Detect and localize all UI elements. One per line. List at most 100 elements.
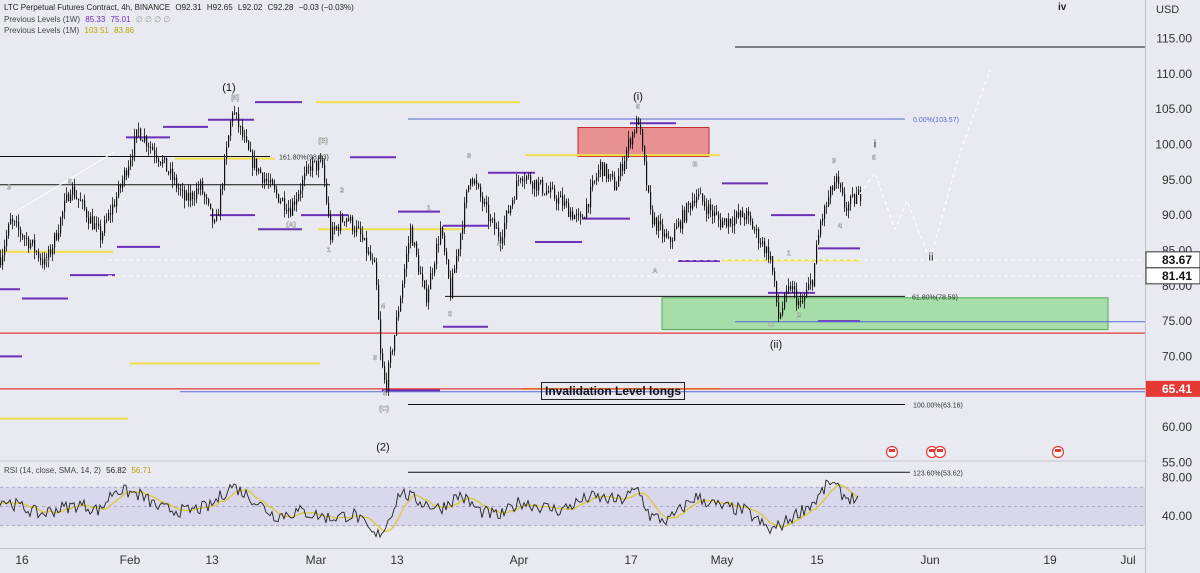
candle-body bbox=[324, 164, 326, 183]
candle-body bbox=[22, 234, 24, 238]
indicator-dots[interactable]: ∅ ∅ ∅ ∅ bbox=[136, 15, 171, 24]
candle-body bbox=[218, 214, 220, 216]
trend-line[interactable] bbox=[9, 151, 116, 216]
candle-body bbox=[498, 227, 500, 237]
projected-wave-path[interactable] bbox=[859, 70, 991, 263]
candle-body bbox=[662, 224, 664, 237]
candle-body bbox=[168, 171, 170, 174]
candle-body bbox=[356, 226, 358, 233]
candle-body bbox=[604, 163, 606, 177]
candle-body bbox=[768, 246, 770, 260]
price-tick-label: 75.00 bbox=[1162, 314, 1192, 328]
candle-body bbox=[220, 189, 222, 215]
wave-label: (i) bbox=[633, 91, 643, 103]
candle-body bbox=[526, 176, 528, 181]
candle-body bbox=[726, 218, 728, 227]
rsi-header[interactable]: RSI (14, close, SMA, 14, 2) 56.82 56.71 bbox=[4, 466, 154, 475]
time-tick-label: Jun bbox=[920, 553, 939, 567]
red-zone[interactable] bbox=[577, 127, 710, 157]
candle-body bbox=[538, 182, 540, 191]
candle-body bbox=[654, 217, 656, 225]
candle-body bbox=[686, 203, 688, 222]
candle-body bbox=[16, 221, 18, 223]
candle-body bbox=[270, 179, 272, 183]
candle-body bbox=[118, 184, 120, 197]
candle-body bbox=[678, 221, 680, 227]
candle-body bbox=[558, 197, 560, 204]
candle-body bbox=[62, 211, 64, 218]
candle-body bbox=[724, 218, 726, 222]
candle-body bbox=[34, 239, 36, 252]
candle-body bbox=[410, 226, 412, 244]
fib-annotation: 123.60%(53.62) bbox=[913, 470, 963, 477]
candle-body bbox=[294, 201, 296, 205]
time-tick-label: 17 bbox=[624, 553, 638, 567]
candle-body bbox=[448, 259, 450, 278]
candle-body bbox=[422, 274, 424, 281]
candle-body bbox=[542, 180, 544, 194]
price-candles bbox=[0, 105, 862, 396]
candle-body bbox=[248, 141, 250, 150]
tradingview-chart[interactable]: (1) (5) (i) 5 (2) 5 (C) (B) (A) 2 1 4 3 3 5 4 1 2 3 4 B A C 1 2(… bbox=[0, 0, 1200, 573]
price-label: 81.41 bbox=[1162, 269, 1192, 283]
candle-body bbox=[682, 210, 684, 229]
price-tick-label: 105.00 bbox=[1155, 102, 1192, 116]
candle-body bbox=[412, 226, 414, 246]
candle-body bbox=[26, 238, 28, 239]
candle-body bbox=[666, 233, 668, 238]
candle-body bbox=[830, 186, 832, 198]
candle-body bbox=[166, 157, 168, 172]
green-zone[interactable] bbox=[661, 297, 1109, 331]
candle-body bbox=[186, 192, 188, 201]
candle-body bbox=[778, 302, 780, 319]
candle-body bbox=[610, 174, 612, 176]
candle-body bbox=[856, 194, 858, 204]
candle-body bbox=[214, 220, 216, 223]
candle-body bbox=[76, 197, 78, 199]
candle-body bbox=[142, 140, 144, 142]
candle-body bbox=[224, 158, 226, 186]
candle-body bbox=[228, 135, 230, 148]
candle-body bbox=[332, 226, 334, 241]
candle-body bbox=[828, 197, 830, 206]
candle-body bbox=[328, 202, 330, 216]
candle-body bbox=[718, 214, 720, 220]
candle-body bbox=[440, 227, 442, 245]
indicator-prev-1m[interactable]: Previous Levels (1M) 103.51 83.86 bbox=[4, 26, 137, 35]
fib-annotation: 61.80%(78.59) bbox=[912, 294, 958, 301]
candle-body bbox=[590, 186, 592, 208]
wave-label: i bbox=[874, 138, 876, 150]
candle-body bbox=[848, 203, 850, 211]
candle-body bbox=[212, 208, 214, 223]
candle-body bbox=[664, 233, 666, 237]
candle-body bbox=[696, 197, 698, 203]
candle-body bbox=[204, 193, 206, 197]
candle-body bbox=[474, 180, 476, 184]
chart-canvas[interactable]: (1)(5) (i)5(2)5(C)(B)(A)21433541234BAC12(… bbox=[0, 0, 1200, 573]
indicator-prev-1w[interactable]: Previous Levels (1W) 85.33 75.01 ∅ ∅ ∅ ∅ bbox=[4, 15, 173, 24]
candle-body bbox=[200, 181, 202, 190]
candle-body bbox=[114, 204, 116, 207]
wave-label: ii bbox=[929, 251, 934, 263]
rsi-label: RSI (14, close, SMA, 14, 2) bbox=[4, 466, 101, 475]
candle-body bbox=[266, 178, 268, 182]
candle-body bbox=[376, 262, 378, 285]
symbol-title[interactable]: LTC Perpetual Futures Contract, 4h, BINA… bbox=[4, 3, 170, 12]
candle-body bbox=[608, 174, 610, 179]
candle-body bbox=[66, 193, 68, 201]
wave-label: 3 bbox=[373, 355, 377, 362]
zones-layer bbox=[577, 127, 1109, 331]
candle-body bbox=[576, 213, 578, 216]
candle-body bbox=[276, 188, 278, 195]
candle-body bbox=[486, 201, 488, 205]
candle-body bbox=[388, 362, 390, 390]
candle-body bbox=[184, 189, 186, 201]
candle-body bbox=[402, 284, 404, 299]
candle-body bbox=[594, 180, 596, 182]
candle-body bbox=[612, 174, 614, 177]
price-tick-label: 55.00 bbox=[1162, 455, 1192, 469]
candle-body bbox=[176, 177, 178, 189]
invalidation-label: Invalidation Level longs bbox=[541, 382, 686, 400]
candle-body bbox=[600, 162, 602, 170]
candle-body bbox=[110, 213, 112, 215]
